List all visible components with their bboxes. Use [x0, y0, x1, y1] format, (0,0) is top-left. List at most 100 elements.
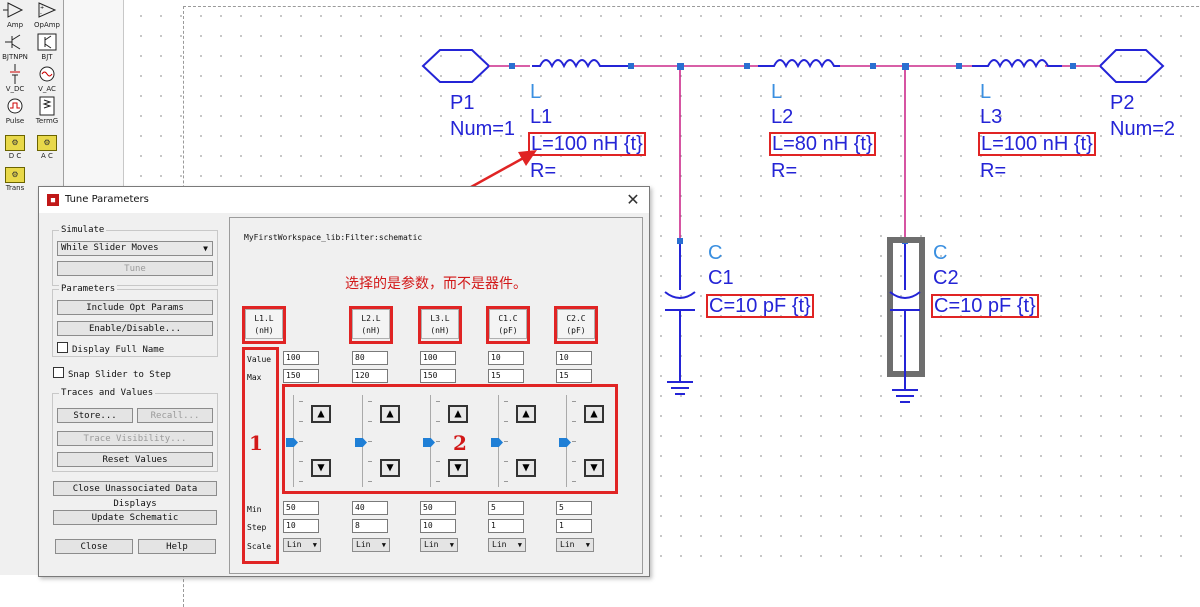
store-button[interactable]: Store...: [57, 408, 133, 423]
enable-disable-button[interactable]: Enable/Disable...: [57, 321, 213, 336]
amplifier-icon: [3, 2, 24, 18]
pin-marker: [870, 63, 876, 69]
palette-item-opamp[interactable]: + - OpAmp: [33, 0, 61, 30]
capacitor-c2-type: C: [933, 242, 948, 264]
value-input-c1[interactable]: 10: [488, 351, 524, 365]
inductor-l2-r: R=: [771, 160, 798, 182]
dialog-title: Tune Parameters: [65, 194, 149, 205]
annotation-box-row-labels: [242, 347, 279, 564]
palette-item-bjt[interactable]: BJT: [33, 32, 61, 62]
min-input-l2[interactable]: 40: [352, 501, 388, 515]
annotation-note: 选择的是参数，而不是器件。: [345, 276, 527, 292]
bjt-npn-icon: [5, 34, 21, 50]
max-input-l3[interactable]: 150: [420, 369, 456, 383]
pin-marker: [677, 238, 683, 244]
pin-marker: [902, 63, 909, 70]
parameters-group-title: Parameters: [59, 284, 118, 294]
step-input-l2[interactable]: 8: [352, 519, 388, 533]
min-input-c1[interactable]: 5: [488, 501, 524, 515]
max-input-c1[interactable]: 15: [488, 369, 524, 383]
max-input-l2[interactable]: 120: [352, 369, 388, 383]
value-input-l1[interactable]: 100: [283, 351, 319, 365]
annotation-marker-2: 2: [453, 431, 467, 455]
schematic-path: MyFirstWorkspace_lib:Filter:schematic: [244, 233, 423, 242]
scale-select-c1[interactable]: Lin ▼: [488, 538, 526, 552]
min-input-l1[interactable]: 50: [283, 501, 319, 515]
close-icon[interactable]: ✕: [623, 190, 643, 210]
help-button[interactable]: Help: [138, 539, 216, 554]
value-input-c2[interactable]: 10: [556, 351, 592, 365]
annotation-box-header-l2: [349, 306, 393, 344]
step-input-l1[interactable]: 10: [283, 519, 319, 533]
traces-group-title: Traces and Values: [59, 388, 156, 398]
palette-item-ac[interactable]: ⚙ A C: [33, 132, 61, 162]
close-unassociated-button[interactable]: Close Unassociated Data Displays: [53, 481, 217, 509]
inductor-l3-value[interactable]: L=100 nH {t}: [978, 132, 1096, 156]
inductor-l2-value[interactable]: L=80 nH {t}: [769, 132, 876, 156]
capacitor-c1-type: C: [708, 242, 723, 264]
display-full-name-checkbox[interactable]: Display Full Name: [57, 342, 164, 356]
port-p2-num: Num=2: [1110, 118, 1176, 140]
palette-item-trans[interactable]: ⚙ Trans: [1, 164, 29, 194]
reset-values-button[interactable]: Reset Values: [57, 452, 213, 467]
max-input-l1[interactable]: 150: [283, 369, 319, 383]
capacitor-c1-value[interactable]: C=10 pF {t}: [706, 294, 814, 318]
palette-item-termg[interactable]: TermG: [33, 96, 61, 126]
dc-sim-icon: ⚙: [5, 135, 25, 151]
min-input-c2[interactable]: 5: [556, 501, 592, 515]
pulse-source-icon: [7, 98, 23, 114]
palette-item-bjtnpn[interactable]: BJTNPN: [1, 32, 29, 62]
palette-item-vac[interactable]: V_AC: [33, 64, 61, 94]
inductor-l1-r: R=: [530, 160, 557, 182]
bjt-icon: [37, 33, 57, 51]
pin-marker: [1070, 63, 1076, 69]
tune-button[interactable]: Tune: [57, 261, 213, 276]
chevron-down-icon: ▼: [449, 541, 454, 549]
palette-item-vdc[interactable]: V_DC: [1, 64, 29, 94]
scale-select-c2[interactable]: Lin ▼: [556, 538, 594, 552]
scale-select-l2[interactable]: Lin ▼: [352, 538, 390, 552]
traces-values-group: Traces and Values Store... Recall... Tra…: [52, 388, 218, 472]
inductor-l3-r: R=: [980, 160, 1007, 182]
trace-visibility-button[interactable]: Trace Visibility...: [57, 431, 213, 446]
step-input-c1[interactable]: 1: [488, 519, 524, 533]
inductor-l3-coil: [972, 59, 1062, 69]
tune-parameters-dialog: ■ Tune Parameters ✕ Simulate While Slide…: [38, 186, 650, 577]
port-p2-symbol: [1098, 49, 1165, 83]
min-input-l3[interactable]: 50: [420, 501, 456, 515]
annotation-box-header-l3: [418, 306, 462, 344]
ac-sim-icon: ⚙: [37, 135, 57, 151]
parameters-group: Parameters Include Opt Params Enable/Dis…: [52, 284, 218, 357]
dialog-titlebar[interactable]: ■ Tune Parameters ✕: [39, 187, 649, 213]
update-schematic-button[interactable]: Update Schematic: [53, 510, 217, 525]
palette-item-dc[interactable]: ⚙ D C: [1, 132, 29, 162]
chevron-down-icon: ▼: [203, 244, 208, 253]
value-input-l2[interactable]: 80: [352, 351, 388, 365]
palette-item-amp[interactable]: Amp: [1, 0, 29, 30]
pin-marker: [628, 63, 634, 69]
pin-marker: [509, 63, 515, 69]
chevron-down-icon: ▼: [585, 541, 590, 549]
pin-marker: [744, 63, 750, 69]
inductor-l2-name: L2: [771, 106, 794, 128]
scale-select-l3[interactable]: Lin ▼: [420, 538, 458, 552]
annotation-box-header-c2: [554, 306, 598, 344]
recall-button[interactable]: Recall...: [137, 408, 213, 423]
value-input-l3[interactable]: 100: [420, 351, 456, 365]
inductor-l1-value[interactable]: L=100 nH {t}: [528, 132, 646, 156]
scale-select-l1[interactable]: Lin ▼: [283, 538, 321, 552]
palette-item-pulse[interactable]: Pulse: [1, 96, 29, 126]
chevron-down-icon: ▼: [381, 541, 386, 549]
step-input-c2[interactable]: 1: [556, 519, 592, 533]
capacitor-c2-value[interactable]: C=10 pF {t}: [931, 294, 1039, 318]
max-input-c2[interactable]: 15: [556, 369, 592, 383]
opamp-icon: +-: [38, 2, 57, 18]
simulate-group: Simulate While Slider Moves ▼ Tune: [52, 225, 218, 286]
inductor-l2-coil: [758, 59, 840, 69]
pin-marker: [956, 63, 962, 69]
close-button[interactable]: Close: [55, 539, 133, 554]
snap-slider-checkbox[interactable]: Snap Slider to Step: [53, 367, 171, 381]
step-input-l3[interactable]: 10: [420, 519, 456, 533]
include-opt-params-button[interactable]: Include Opt Params: [57, 300, 213, 315]
simulate-mode-select[interactable]: While Slider Moves ▼: [57, 241, 213, 256]
